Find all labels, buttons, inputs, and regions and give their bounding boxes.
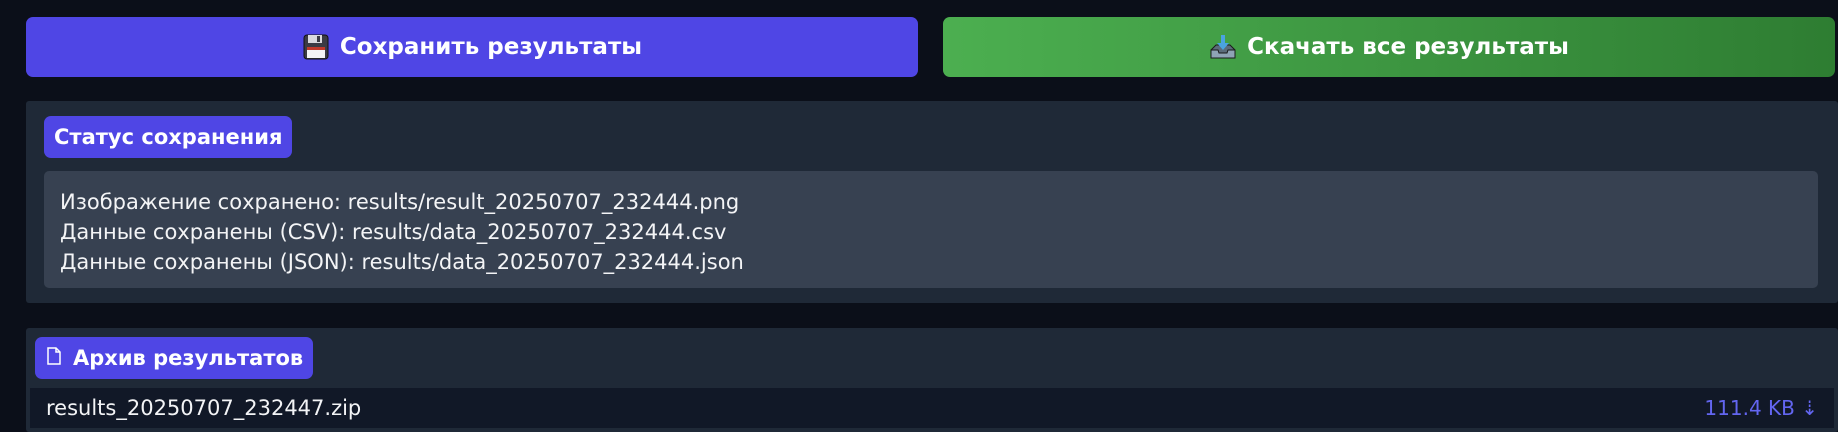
save-status-output: Изображение сохранено: results/result_20… — [44, 171, 1818, 288]
archive-file-row[interactable]: results_20250707_232447.zip 111.4 KB ⇣ — [30, 388, 1834, 428]
archive-file-download-link[interactable]: 111.4 KB ⇣ — [1704, 396, 1818, 420]
download-all-label: Скачать все результаты — [1247, 34, 1569, 60]
save-results-button[interactable]: Сохранить результаты — [26, 17, 918, 77]
status-line-csv: Данные сохранены (CSV): results/data_202… — [60, 220, 727, 244]
floppy-disk-icon — [302, 33, 330, 61]
results-archive-title-text: Архив результатов — [73, 346, 304, 370]
save-status-panel: Статус сохранения Изображение сохранено:… — [26, 101, 1838, 303]
results-archive-title: Архив результатов — [35, 337, 314, 379]
status-line-json: Данные сохранены (JSON): results/data_20… — [60, 250, 744, 274]
inbox-tray-icon — [1209, 33, 1237, 61]
save-status-title: Статус сохранения — [44, 116, 293, 158]
results-page: Сохранить результаты Скачать все результ… — [0, 0, 1838, 432]
download-all-button[interactable]: Скачать все результаты — [943, 17, 1835, 77]
archive-file-name[interactable]: results_20250707_232447.zip — [46, 396, 361, 420]
file-icon — [47, 346, 61, 370]
results-archive-panel: Архив результатов results_20250707_23244… — [26, 328, 1838, 432]
status-line-image: Изображение сохранено: results/result_20… — [60, 190, 740, 214]
save-results-label: Сохранить результаты — [339, 34, 643, 60]
